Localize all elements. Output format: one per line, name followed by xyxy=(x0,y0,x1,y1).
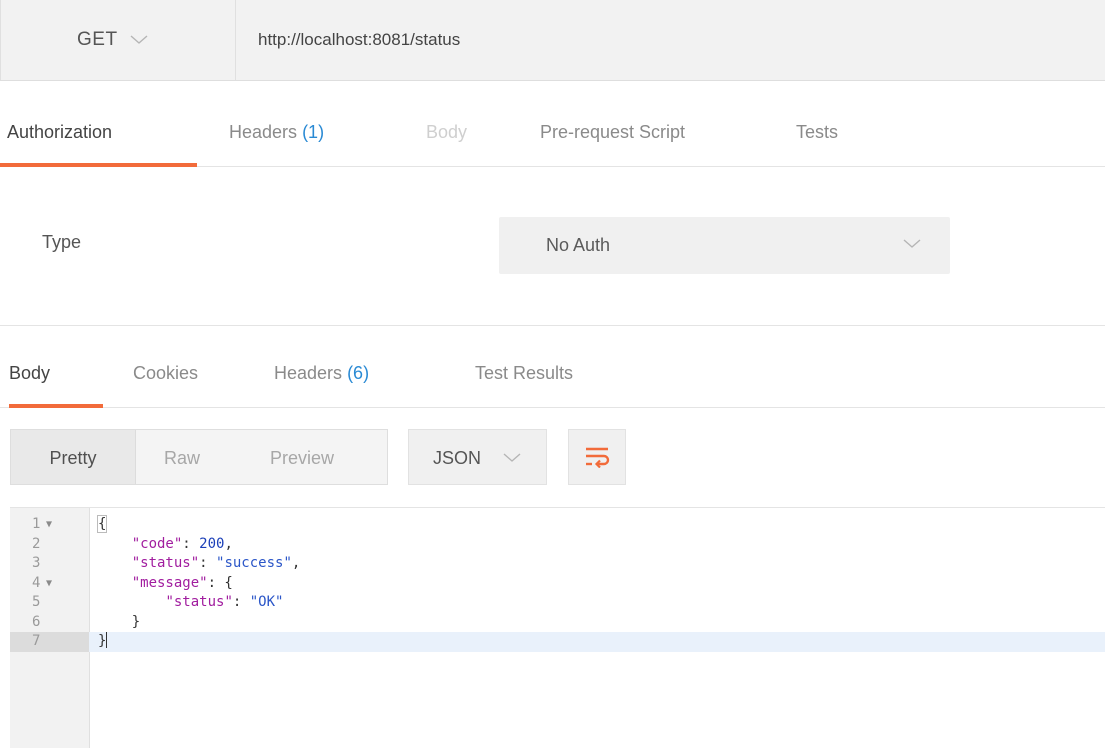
auth-type-dropdown[interactable]: No Auth xyxy=(499,217,950,274)
raw-button[interactable]: Raw xyxy=(164,430,200,486)
tab-response-headers[interactable]: Headers (6) xyxy=(274,326,369,407)
url-input[interactable]: http://localhost:8081/status xyxy=(258,0,460,80)
chevron-down-icon xyxy=(903,239,921,248)
request-bar: GET http://localhost:8081/status xyxy=(0,0,1105,81)
tab-label: Headers xyxy=(229,122,298,142)
pretty-button[interactable]: Pretty xyxy=(11,430,136,484)
tab-label: Tests xyxy=(796,122,839,142)
tab-label: Pre-request Script xyxy=(540,122,686,142)
tab-count-badge: (1) xyxy=(302,122,325,142)
active-tab-indicator xyxy=(0,163,197,167)
tab-response-body[interactable]: Body xyxy=(9,326,50,407)
tab-body[interactable]: Body xyxy=(426,80,467,166)
line-number: 7 xyxy=(10,632,89,652)
auth-type-label: Type xyxy=(42,232,82,252)
tab-authorization[interactable]: Authorization xyxy=(7,80,112,166)
tab-count-badge: (6) xyxy=(347,363,370,383)
tab-label: Cookies xyxy=(133,363,199,383)
code-text: "status": "OK" xyxy=(165,594,284,610)
text-cursor xyxy=(106,632,108,648)
request-tabs: Authorization Headers (1) Body Pre-reque… xyxy=(0,80,1105,167)
tab-headers[interactable]: Headers (1) xyxy=(229,80,324,166)
tab-label: Headers xyxy=(274,363,343,383)
tab-label: Authorization xyxy=(7,122,113,142)
line-number: 6 xyxy=(32,613,41,630)
code-text: "message": { xyxy=(131,574,233,591)
code-text: "code": 200, xyxy=(131,535,233,552)
tab-tests[interactable]: Tests xyxy=(796,80,838,166)
line-number: 5 xyxy=(32,594,41,610)
tab-label: Test Results xyxy=(475,363,574,383)
tab-pre-request-script[interactable]: Pre-request Script xyxy=(540,80,685,166)
response-tabs: Body Cookies Headers (6) Test Results xyxy=(0,325,1105,408)
format-value: JSON xyxy=(433,448,482,468)
code-text: "status": "success", xyxy=(131,555,301,571)
code-text: } xyxy=(98,632,108,649)
code-line: 5 "status": "OK" xyxy=(10,593,1105,613)
code-text: } xyxy=(98,613,141,630)
method-label: GET xyxy=(77,29,118,50)
active-tab-indicator xyxy=(9,404,103,408)
view-mode-group: Pretty Raw Preview xyxy=(10,429,388,485)
tab-label: Body xyxy=(426,122,468,142)
chevron-down-icon xyxy=(130,35,148,44)
code-line-current: 7 } xyxy=(10,632,1105,652)
tab-label: Body xyxy=(9,363,51,383)
chevron-down-icon xyxy=(503,453,521,462)
wrap-lines-icon xyxy=(586,447,610,468)
fold-arrow-icon[interactable]: ▼ xyxy=(46,515,52,535)
code-line: 2 "code": 200, xyxy=(10,535,1105,555)
code-line: 3 "status": "success", xyxy=(10,554,1105,574)
format-dropdown[interactable]: JSON xyxy=(408,429,547,485)
code-line: 1 ▼ { xyxy=(10,515,1105,535)
wrap-lines-button[interactable] xyxy=(568,429,626,485)
auth-type-value: No Auth xyxy=(546,235,611,255)
code-line: 4 ▼ "message": { xyxy=(10,574,1105,594)
response-body-editor[interactable]: 1 ▼ { 2 "code": 200, 3 "status": "succes… xyxy=(10,507,1105,748)
fold-arrow-icon[interactable]: ▼ xyxy=(46,574,52,594)
method-dropdown[interactable]: GET xyxy=(0,0,236,80)
line-number: 3 xyxy=(32,555,41,571)
preview-button[interactable]: Preview xyxy=(270,430,334,486)
tab-test-results[interactable]: Test Results xyxy=(475,326,573,407)
tab-cookies[interactable]: Cookies xyxy=(133,326,198,407)
line-number: 2 xyxy=(32,535,41,552)
code-line: 6 } xyxy=(10,613,1105,633)
code-text: { xyxy=(96,515,108,533)
